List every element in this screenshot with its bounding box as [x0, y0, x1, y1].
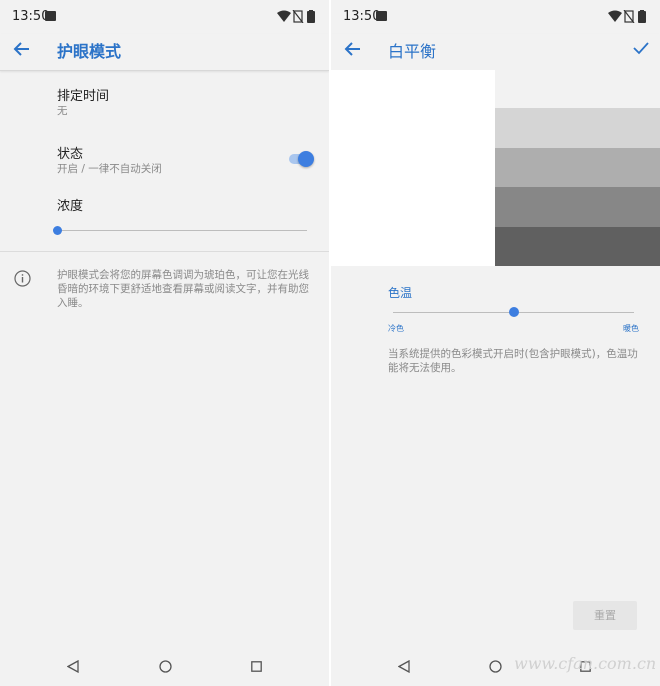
page-title: 护眼模式: [57, 42, 122, 61]
intensity-title: 浓度: [57, 199, 84, 214]
preview-white-area: [331, 70, 495, 266]
color-temp-note: 当系统提供的色彩模式开启时(包含护眼模式)，色温功能将无法使用。: [388, 348, 638, 374]
no-sim-icon: [292, 10, 304, 23]
schedule-value: 无: [57, 105, 68, 117]
schedule-title: 排定时间: [57, 89, 110, 104]
gray-swatch-3: [495, 187, 660, 227]
check-icon: [633, 42, 649, 55]
status-title: 状态: [57, 147, 84, 162]
status-icons: [608, 10, 648, 23]
color-temp-thumb[interactable]: [508, 307, 519, 317]
confirm-button[interactable]: [632, 39, 650, 61]
no-sim-icon: [623, 10, 635, 23]
status-time: 13:50: [12, 9, 50, 24]
status-bar: 13:50: [331, 0, 660, 34]
intensity-thumb[interactable]: [53, 226, 62, 235]
info-icon: [14, 270, 31, 291]
nav-back-icon[interactable]: [67, 660, 79, 673]
back-arrow-icon: [344, 42, 360, 56]
app-bar: 护眼模式: [0, 34, 329, 71]
back-button[interactable]: [344, 40, 362, 62]
status-bar: 13:50: [0, 0, 329, 34]
warm-label: 暖色: [623, 324, 639, 333]
battery-icon: [307, 10, 315, 23]
image-icon: [376, 11, 387, 21]
app-bar: 白平衡: [331, 34, 660, 71]
gray-swatch-1: [495, 108, 660, 148]
status-time: 13:50: [343, 9, 381, 24]
back-arrow-icon: [13, 42, 29, 56]
status-toggle[interactable]: [289, 151, 317, 167]
battery-icon: [638, 10, 646, 23]
status-icons: [277, 10, 317, 23]
divider: [0, 251, 329, 252]
gray-swatch-4: [495, 227, 660, 266]
image-icon: [45, 11, 56, 21]
preview-top-area: [495, 70, 660, 108]
toggle-thumb: [298, 151, 314, 167]
nav-recents-icon[interactable]: [251, 661, 262, 672]
nav-home-icon[interactable]: [489, 660, 502, 673]
nav-home-icon[interactable]: [159, 660, 172, 673]
watermark: www.cfan.com.cn: [514, 654, 657, 673]
cold-label: 冷色: [388, 324, 404, 333]
reset-button[interactable]: 重置: [573, 601, 637, 630]
nav-back-icon[interactable]: [398, 660, 410, 673]
eye-comfort-screen: 13:50 护眼模式 排定时间 无 状态 开启 / 一律不自动关闭 浓度 护眼模…: [0, 0, 329, 686]
white-balance-screen: 13:50 白平衡 色温 冷色 暖色 当系统提供的色彩模式开启时(包含护眼模式)…: [331, 0, 660, 686]
wifi-icon: [277, 10, 291, 22]
status-value: 开启 / 一律不自动关闭: [57, 163, 162, 175]
info-text: 护眼模式会将您的屏幕色调调为琥珀色，可让您在光线昏暗的环境下更舒适地查看屏幕或阅…: [57, 269, 309, 309]
intensity-track: [57, 230, 307, 231]
color-temp-label: 色温: [388, 286, 413, 300]
page-title: 白平衡: [388, 42, 437, 61]
back-button[interactable]: [13, 40, 31, 62]
gray-swatch-2: [495, 148, 660, 188]
navigation-bar: [0, 646, 329, 686]
wifi-icon: [608, 10, 622, 22]
